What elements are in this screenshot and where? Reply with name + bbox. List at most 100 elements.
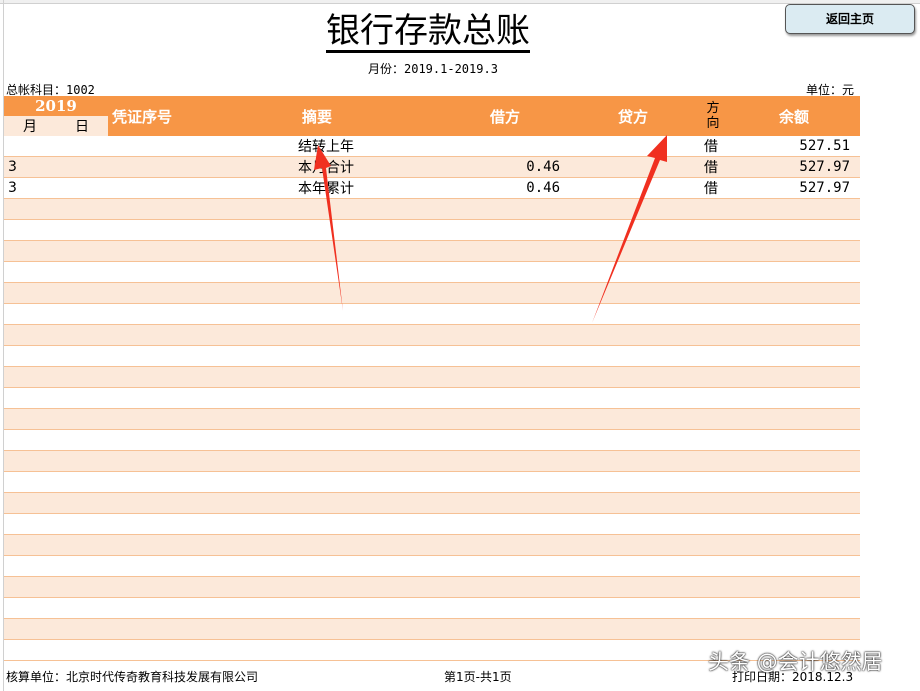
cell-balance[interactable] xyxy=(728,534,860,556)
cell-credit[interactable] xyxy=(568,240,698,262)
cell-direction[interactable] xyxy=(698,366,728,388)
cell-voucher[interactable] xyxy=(108,639,228,661)
cell-month[interactable] xyxy=(4,534,56,556)
cell-voucher[interactable] xyxy=(108,345,228,367)
cell-direction[interactable]: 借 xyxy=(698,156,728,178)
cell-direction[interactable] xyxy=(698,219,728,241)
cell-direction[interactable]: 借 xyxy=(698,177,728,199)
cell-debit[interactable] xyxy=(398,450,568,472)
cell-voucher[interactable] xyxy=(108,576,228,598)
cell-balance[interactable] xyxy=(728,597,860,619)
cell-balance[interactable] xyxy=(728,303,860,325)
cell-balance[interactable]: 527.97 xyxy=(728,177,860,199)
cell-summary[interactable] xyxy=(228,597,398,619)
cell-balance[interactable] xyxy=(728,408,860,430)
cell-summary[interactable] xyxy=(228,513,398,535)
cell-month[interactable] xyxy=(4,303,56,325)
cell-summary[interactable] xyxy=(228,429,398,451)
cell-month[interactable] xyxy=(4,471,56,493)
cell-day[interactable] xyxy=(56,177,108,199)
cell-balance[interactable]: 527.97 xyxy=(728,156,860,178)
cell-credit[interactable] xyxy=(568,471,698,493)
cell-voucher[interactable] xyxy=(108,471,228,493)
cell-summary[interactable] xyxy=(228,471,398,493)
cell-day[interactable] xyxy=(56,240,108,262)
cell-summary[interactable] xyxy=(228,408,398,430)
cell-month[interactable] xyxy=(4,136,56,157)
cell-credit[interactable] xyxy=(568,345,698,367)
cell-balance[interactable] xyxy=(728,576,860,598)
cell-debit[interactable] xyxy=(398,324,568,346)
cell-voucher[interactable] xyxy=(108,450,228,472)
cell-credit[interactable] xyxy=(568,177,698,199)
cell-month[interactable] xyxy=(4,429,56,451)
cell-voucher[interactable] xyxy=(108,324,228,346)
cell-voucher[interactable] xyxy=(108,219,228,241)
cell-voucher[interactable] xyxy=(108,597,228,619)
cell-direction[interactable] xyxy=(698,198,728,220)
cell-direction[interactable] xyxy=(698,618,728,640)
cell-summary[interactable] xyxy=(228,387,398,409)
cell-day[interactable] xyxy=(56,597,108,619)
cell-balance[interactable] xyxy=(728,513,860,535)
cell-debit[interactable] xyxy=(398,282,568,304)
cell-credit[interactable] xyxy=(568,219,698,241)
cell-voucher[interactable] xyxy=(108,366,228,388)
cell-credit[interactable] xyxy=(568,408,698,430)
cell-debit[interactable] xyxy=(398,240,568,262)
cell-debit[interactable] xyxy=(398,429,568,451)
cell-summary[interactable] xyxy=(228,534,398,556)
cell-summary[interactable] xyxy=(228,345,398,367)
cell-day[interactable] xyxy=(56,429,108,451)
cell-day[interactable] xyxy=(56,513,108,535)
cell-voucher[interactable] xyxy=(108,177,228,199)
cell-direction[interactable] xyxy=(698,450,728,472)
cell-month[interactable]: 3 xyxy=(4,177,56,199)
cell-debit[interactable] xyxy=(398,345,568,367)
cell-voucher[interactable] xyxy=(108,261,228,283)
cell-balance[interactable] xyxy=(728,198,860,220)
cell-debit[interactable] xyxy=(398,576,568,598)
cell-balance[interactable] xyxy=(728,240,860,262)
cell-month[interactable] xyxy=(4,240,56,262)
cell-summary[interactable] xyxy=(228,492,398,514)
cell-credit[interactable] xyxy=(568,156,698,178)
cell-debit[interactable] xyxy=(398,303,568,325)
cell-balance[interactable] xyxy=(728,555,860,577)
cell-voucher[interactable] xyxy=(108,408,228,430)
cell-summary[interactable] xyxy=(228,450,398,472)
cell-day[interactable] xyxy=(56,408,108,430)
cell-voucher[interactable] xyxy=(108,136,228,157)
cell-credit[interactable] xyxy=(568,555,698,577)
cell-direction[interactable] xyxy=(698,576,728,598)
cell-voucher[interactable] xyxy=(108,282,228,304)
cell-direction[interactable] xyxy=(698,324,728,346)
cell-summary[interactable] xyxy=(228,618,398,640)
cell-summary[interactable] xyxy=(228,555,398,577)
cell-day[interactable] xyxy=(56,492,108,514)
cell-credit[interactable] xyxy=(568,261,698,283)
cell-debit[interactable] xyxy=(398,618,568,640)
cell-balance[interactable] xyxy=(728,366,860,388)
cell-summary[interactable]: 结转上年 xyxy=(228,136,398,157)
cell-summary[interactable] xyxy=(228,303,398,325)
cell-voucher[interactable] xyxy=(108,387,228,409)
cell-voucher[interactable] xyxy=(108,156,228,178)
cell-debit[interactable] xyxy=(398,198,568,220)
cell-day[interactable] xyxy=(56,156,108,178)
cell-month[interactable] xyxy=(4,576,56,598)
cell-balance[interactable] xyxy=(728,429,860,451)
cell-credit[interactable] xyxy=(568,324,698,346)
cell-debit[interactable] xyxy=(398,492,568,514)
cell-month[interactable] xyxy=(4,366,56,388)
cell-summary[interactable] xyxy=(228,219,398,241)
cell-credit[interactable] xyxy=(568,387,698,409)
cell-day[interactable] xyxy=(56,387,108,409)
cell-day[interactable] xyxy=(56,198,108,220)
cell-direction[interactable] xyxy=(698,408,728,430)
cell-direction[interactable] xyxy=(698,429,728,451)
cell-month[interactable] xyxy=(4,597,56,619)
cell-balance[interactable] xyxy=(728,387,860,409)
cell-credit[interactable] xyxy=(568,429,698,451)
cell-credit[interactable] xyxy=(568,597,698,619)
